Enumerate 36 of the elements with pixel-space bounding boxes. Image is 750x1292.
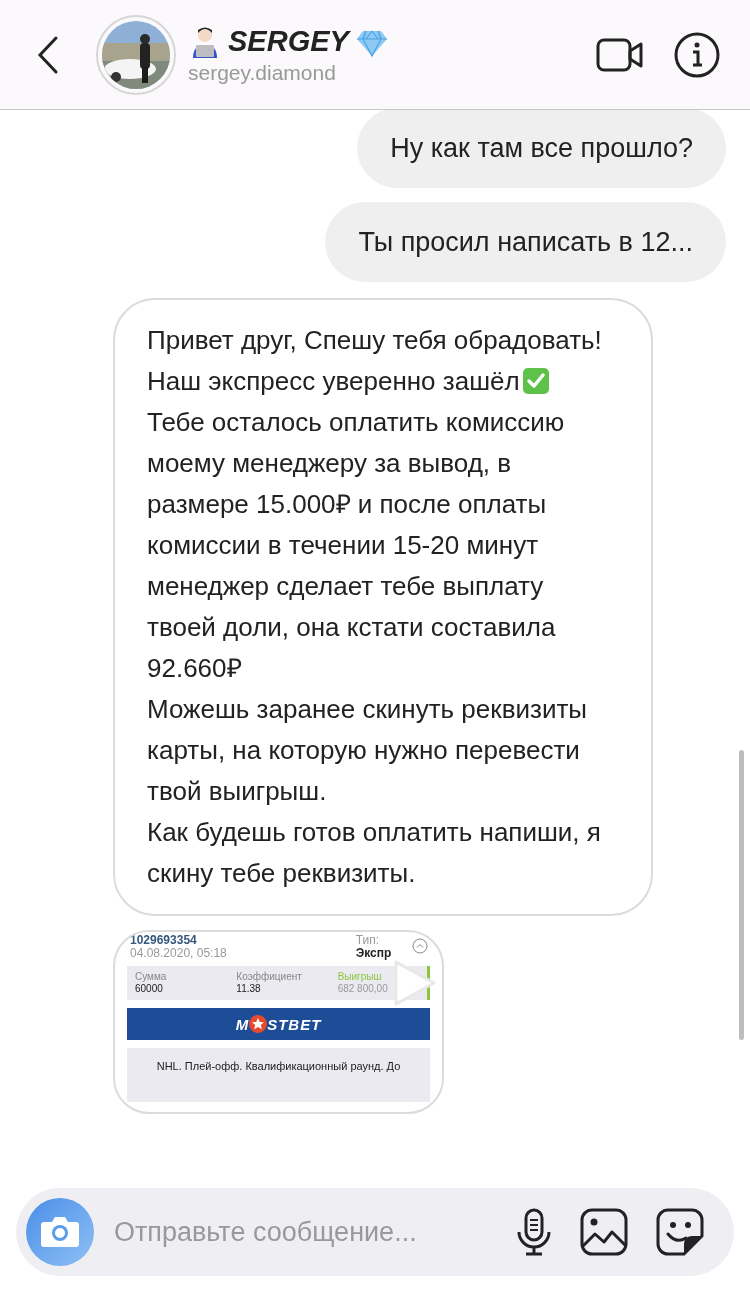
camera-icon	[40, 1215, 80, 1249]
message-text: Привет друг, Спешу тебя обрадовать!	[147, 324, 603, 357]
message-text: Можешь заранее скинуть реквизиты карты, на которую нужно перевести твой выигрыш.	[147, 693, 588, 808]
back-icon[interactable]	[36, 34, 60, 75]
camera-button[interactable]	[26, 1198, 94, 1266]
sticker-button[interactable]	[656, 1208, 704, 1256]
sticker-icon	[656, 1208, 704, 1256]
bet-number: 1029693354	[130, 934, 198, 947]
message-text: Наш экспресс уверенно зашёл	[147, 361, 605, 402]
stat-label: Выигрыш	[337, 971, 383, 983]
info-icon	[674, 31, 720, 78]
contact-name: SERGEY	[228, 25, 349, 58]
message-text: Как будешь готов оплатить напиши, я скину тебе реквизиты.	[147, 816, 602, 890]
collapse-icon	[412, 938, 428, 954]
sent-message: Ну как там все прошло?	[357, 110, 726, 188]
sent-message: Ты просил написать в 12...	[325, 202, 726, 282]
stat-value: 11.38	[236, 983, 262, 995]
microphone-icon	[516, 1208, 552, 1256]
bet-type-label: Тип:	[355, 934, 379, 947]
info-button[interactable]	[674, 31, 720, 78]
contact-username: sergey.diamond	[188, 60, 337, 85]
stat-value: 60000	[135, 983, 164, 995]
stat-label: Сумма	[135, 971, 168, 983]
logo-text: STBET	[267, 1015, 322, 1033]
shared-screenshot[interactable]: 1029693354 04.08.2020, 05:18 Тип: Экспр Сумма 60000 Коэффициент 11.38 Выигрыш 682 800,00 M STBET NHL. Плей-офф. Квалификационный раунд. До	[113, 930, 444, 1114]
logo-text: M	[235, 1015, 250, 1033]
event-title: NHL. Плей-офф. Квалификационный раунд. До	[127, 1048, 430, 1102]
message-text: Тебе осталось оплатить комиссию моему менеджеру за вывод, в размере 15.000₽ и после оплаты комиссии в течении 15-20 минут менеджер сделает тебе выплату твоей доли, она кстати составила 92.660₽	[147, 406, 566, 685]
bet-type-value: Экспр	[355, 947, 393, 960]
bet-date: 04.08.2020, 05:18	[130, 947, 227, 960]
star-icon	[249, 1015, 268, 1033]
microphone-button[interactable]	[516, 1208, 552, 1256]
gallery-button[interactable]	[580, 1208, 628, 1256]
stat-value: 682 800,00	[337, 983, 389, 995]
image-icon	[580, 1208, 628, 1256]
stat-label: Коэффициент	[236, 971, 303, 983]
